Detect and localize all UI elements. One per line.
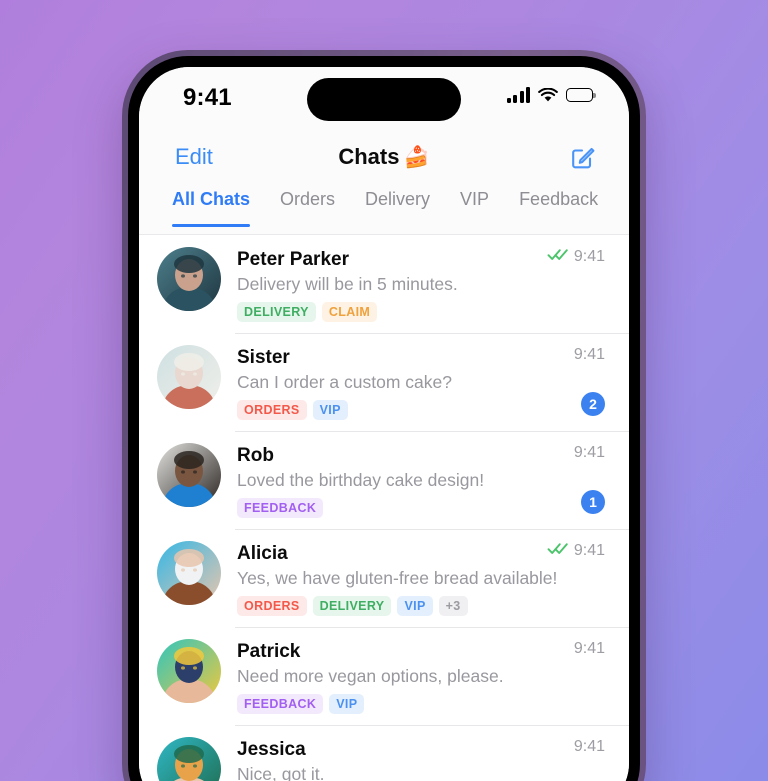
chat-tag-row: ORDERS DELIVERY VIP +3 xyxy=(237,596,613,616)
chat-meta-top: 9:41 xyxy=(495,444,605,462)
page-title: Chats 🍰 xyxy=(338,144,429,170)
chat-meta: 9:41 1 xyxy=(495,444,605,514)
chat-meta: 9:41 2 xyxy=(495,346,605,416)
tab-delivery[interactable]: Delivery xyxy=(350,185,445,210)
navigation-bar: Edit Chats 🍰 xyxy=(139,129,629,185)
tab-events[interactable]: Events xyxy=(613,185,629,210)
tag-more-3[interactable]: +3 xyxy=(438,596,468,616)
tag-orders[interactable]: ORDERS xyxy=(237,400,307,420)
cellular-signal-icon xyxy=(506,87,530,103)
chat-meta-top: 9:41 xyxy=(495,738,605,756)
avatar-peter-parker xyxy=(157,247,221,311)
chat-row[interactable]: Rob Loved the birthday cake design! FEEDBA… xyxy=(139,431,629,529)
chat-meta-top: 9:41 xyxy=(495,248,605,266)
chat-preview-message: Yes, we have gluten-free bread available… xyxy=(237,568,558,588)
chat-timestamp: 9:41 xyxy=(573,346,605,363)
chat-meta: 9:41 xyxy=(495,542,605,560)
status-bar-time: 9:41 xyxy=(183,84,232,111)
chat-timestamp: 9:41 xyxy=(573,444,605,461)
phone-frame: 9:41 Edit Chats 🍰 All Chats Orders Deliv… xyxy=(122,50,646,781)
tab-feedback[interactable]: Feedback xyxy=(504,185,613,210)
page-title-text: Chats xyxy=(338,144,400,169)
avatar-patrick xyxy=(157,639,221,703)
tag-delivery[interactable]: DELIVERY xyxy=(312,596,392,616)
chat-preview-message: Nice, got it. xyxy=(237,764,325,781)
edit-button[interactable]: Edit xyxy=(175,144,213,170)
avatar-jessica xyxy=(157,737,221,781)
dynamic-island xyxy=(307,78,461,121)
chat-meta: 9:41 xyxy=(495,640,605,658)
tab-vip[interactable]: VIP xyxy=(445,185,504,210)
chat-preview-message: Need more vegan options, please. xyxy=(237,666,504,686)
tab-bar[interactable]: All ChatsOrdersDeliveryVIPFeedbackEvents xyxy=(139,185,629,235)
chat-meta: 9:41 xyxy=(495,248,605,266)
status-bar-icons xyxy=(506,87,596,103)
chat-meta: 9:41 xyxy=(495,738,605,756)
avatar-sister xyxy=(157,345,221,409)
status-bar: 9:41 xyxy=(139,67,629,129)
chat-preview-message: Delivery will be in 5 minutes. xyxy=(237,274,458,294)
chat-meta-top: 9:41 xyxy=(495,346,605,364)
chat-tag-row: FEEDBACK VIP xyxy=(237,694,613,714)
chat-tag-row: DELIVERY CLAIM xyxy=(237,302,613,322)
tab-all-chats[interactable]: All Chats xyxy=(157,185,265,227)
chat-row[interactable]: Peter Parker Delivery will be in 5 minute… xyxy=(139,235,629,333)
chat-row[interactable]: Alicia Yes, we have gluten-free bread ava… xyxy=(139,529,629,627)
phone-screen: 9:41 Edit Chats 🍰 All Chats Orders Deliv… xyxy=(139,67,629,781)
chat-meta-top: 9:41 xyxy=(495,542,605,560)
tag-vip[interactable]: VIP xyxy=(329,694,365,714)
chat-timestamp: 9:41 xyxy=(573,248,605,265)
chat-timestamp: 9:41 xyxy=(573,738,605,755)
tag-vip[interactable]: VIP xyxy=(397,596,433,616)
battery-icon xyxy=(566,88,596,102)
chat-timestamp: 9:41 xyxy=(573,640,605,657)
compose-icon[interactable] xyxy=(569,143,597,171)
phone-bezel: 9:41 Edit Chats 🍰 All Chats Orders Deliv… xyxy=(128,56,640,781)
chat-row[interactable]: Sister Can I order a custom cake? ORDERS VI… xyxy=(139,333,629,431)
chat-meta-top: 9:41 xyxy=(495,640,605,658)
chat-list: Peter Parker Delivery will be in 5 minute… xyxy=(139,235,629,781)
tag-claim[interactable]: CLAIM xyxy=(321,302,378,322)
unread-count-badge: 1 xyxy=(581,490,605,514)
avatar-alicia xyxy=(157,541,221,605)
chat-timestamp: 9:41 xyxy=(573,542,605,559)
tag-vip[interactable]: VIP xyxy=(312,400,348,420)
read-receipt-icon xyxy=(547,248,569,266)
tag-orders[interactable]: ORDERS xyxy=(237,596,307,616)
chat-row[interactable]: Patrick Need more vegan options, please. F… xyxy=(139,627,629,725)
tag-feedback[interactable]: FEEDBACK xyxy=(237,498,324,518)
tag-delivery[interactable]: DELIVERY xyxy=(237,302,316,322)
chat-row[interactable]: Jessica Nice, got it. 9:41 xyxy=(139,725,629,781)
avatar-rob xyxy=(157,443,221,507)
unread-count-badge: 2 xyxy=(581,392,605,416)
wifi-icon xyxy=(538,87,558,103)
read-receipt-icon xyxy=(547,542,569,560)
tab-orders[interactable]: Orders xyxy=(265,185,350,210)
tag-feedback[interactable]: FEEDBACK xyxy=(237,694,324,714)
cake-emoji-icon: 🍰 xyxy=(403,146,430,169)
